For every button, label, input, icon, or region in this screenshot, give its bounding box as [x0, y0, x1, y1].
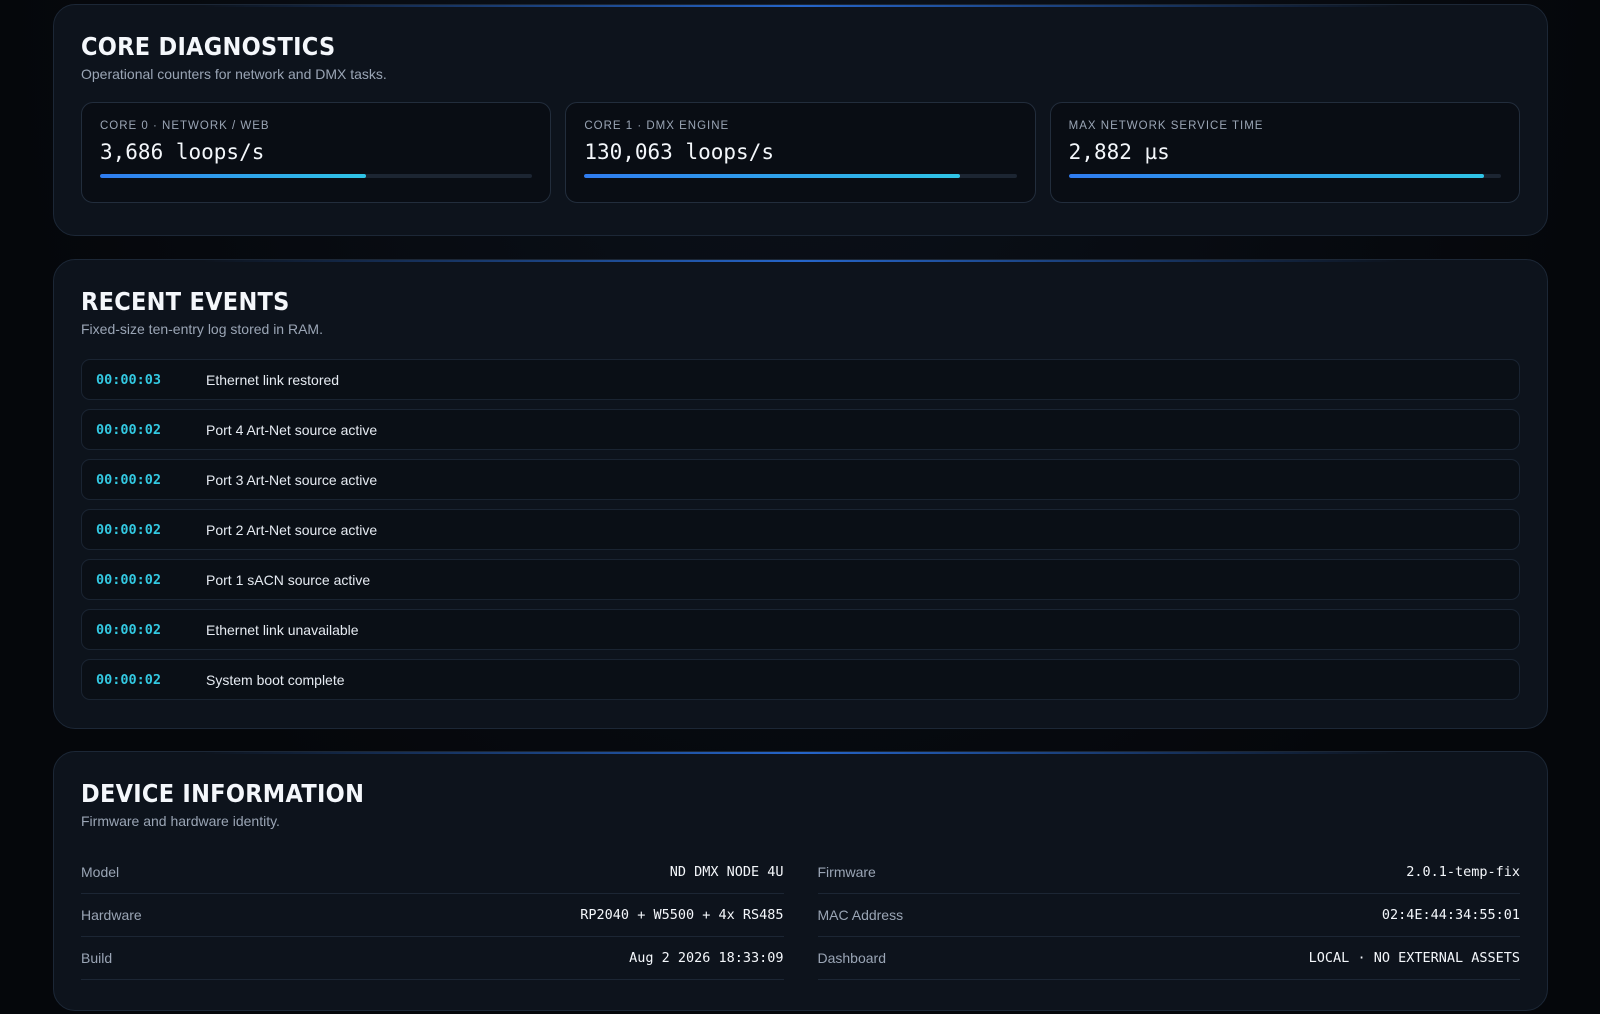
card-value: 3,686 loops/s [100, 140, 265, 165]
diagnostic-cards: Core 0 · Network / Web 3,686 loops/s Cor… [81, 102, 1520, 204]
card-value: 2,882 µs [1068, 140, 1170, 165]
info-value: LOCAL · NO EXTERNAL ASSETS [1308, 950, 1520, 967]
event-time: 00:00:02 [96, 421, 162, 438]
info-key: Firmware [817, 864, 876, 881]
core1-card: Core 1 · DMX Engine 130,063 loops/s [565, 102, 1036, 204]
info-key: MAC Address [817, 907, 904, 924]
event-text: Port 4 Art-Net source active [206, 421, 378, 438]
event-text: Port 3 Art-Net source active [206, 471, 378, 488]
panel-title: Recent Events [81, 287, 290, 316]
info-row-model: Model ND DMX NODE 4U [81, 851, 784, 895]
info-value: ND DMX NODE 4U [669, 864, 784, 881]
card-value: 130,063 loops/s [584, 140, 774, 165]
card-label: Max Network Service Time [1068, 120, 1264, 133]
info-value: Aug 2 2026 18:33:09 [629, 950, 784, 967]
event-row: 00:00:02 Port 4 Art-Net source active [81, 409, 1520, 451]
event-text: Port 1 sACN source active [206, 571, 371, 588]
event-row: 00:00:02 Ethernet link unavailable [81, 609, 1520, 651]
info-value: RP2040 + W5500 + 4x RS485 [580, 907, 784, 924]
event-time: 00:00:02 [96, 521, 162, 538]
info-row-mac-address: MAC Address 02:4E:44:34:55:01 [817, 894, 1520, 938]
info-key: Hardware [81, 907, 142, 924]
progress-fill [1068, 174, 1484, 179]
core0-card: Core 0 · Network / Web 3,686 loops/s [81, 102, 552, 204]
card-label: Core 0 · Network / Web [100, 120, 270, 133]
info-row-firmware: Firmware 2.0.1-temp-fix [817, 851, 1520, 895]
panel-title: Core Diagnostics [81, 32, 336, 61]
info-value: 2.0.1-temp-fix [1406, 864, 1520, 881]
max-service-time-card: Max Network Service Time 2,882 µs [1049, 102, 1520, 204]
card-label: Core 1 · DMX Engine [584, 120, 730, 133]
progress-bar [584, 174, 1017, 179]
panel-subtitle: Fixed-size ten-entry log stored in RAM. [81, 321, 323, 338]
recent-events-panel: Recent Events Fixed-size ten-entry log s… [53, 259, 1548, 729]
info-row-build: Build Aug 2 2026 18:33:09 [81, 937, 784, 981]
event-row: 00:00:02 Port 1 sACN source active [81, 559, 1520, 601]
info-key: Build [81, 950, 113, 967]
device-information-panel: Device Information Firmware and hardware… [53, 751, 1548, 1011]
event-time: 00:00:03 [96, 371, 162, 388]
info-key: Dashboard [817, 950, 887, 967]
progress-fill [100, 174, 366, 179]
info-column-left: Model ND DMX NODE 4U Hardware RP2040 + W55… [81, 851, 784, 981]
event-time: 00:00:02 [96, 671, 162, 688]
event-text: Ethernet link restored [206, 371, 340, 388]
info-key: Model [81, 864, 120, 881]
event-log: 00:00:03 Ethernet link restored 00:00:02 P… [81, 359, 1520, 701]
panel-title: Device Information [81, 779, 365, 808]
event-time: 00:00:02 [96, 471, 162, 488]
core-diagnostics-panel: Core Diagnostics Operational counters fo… [53, 4, 1548, 236]
panel-subtitle: Firmware and hardware identity. [81, 813, 280, 830]
event-row: 00:00:02 System boot complete [81, 659, 1520, 701]
dashboard-page: Core Diagnostics Operational counters fo… [0, 0, 1600, 1014]
progress-bar [1068, 174, 1501, 179]
info-column-right: Firmware 2.0.1-temp-fix MAC Address 02:4E:… [817, 851, 1520, 981]
event-time: 00:00:02 [96, 571, 162, 588]
event-row: 00:00:02 Port 3 Art-Net source active [81, 459, 1520, 501]
info-row-hardware: Hardware RP2040 + W5500 + 4x RS485 [81, 894, 784, 938]
event-text: System boot complete [206, 671, 345, 688]
info-value: 02:4E:44:34:55:01 [1381, 907, 1520, 924]
progress-bar [100, 174, 533, 179]
device-info-grid: Model ND DMX NODE 4U Hardware RP2040 + W55… [81, 851, 1520, 981]
event-row: 00:00:03 Ethernet link restored [81, 359, 1520, 401]
progress-fill [584, 174, 960, 179]
event-text: Port 2 Art-Net source active [206, 521, 378, 538]
panel-subtitle: Operational counters for network and DMX… [81, 66, 387, 83]
event-text: Ethernet link unavailable [206, 621, 359, 638]
event-time: 00:00:02 [96, 621, 162, 638]
info-row-dashboard: Dashboard LOCAL · NO EXTERNAL ASSETS [817, 937, 1520, 981]
event-row: 00:00:02 Port 2 Art-Net source active [81, 509, 1520, 551]
